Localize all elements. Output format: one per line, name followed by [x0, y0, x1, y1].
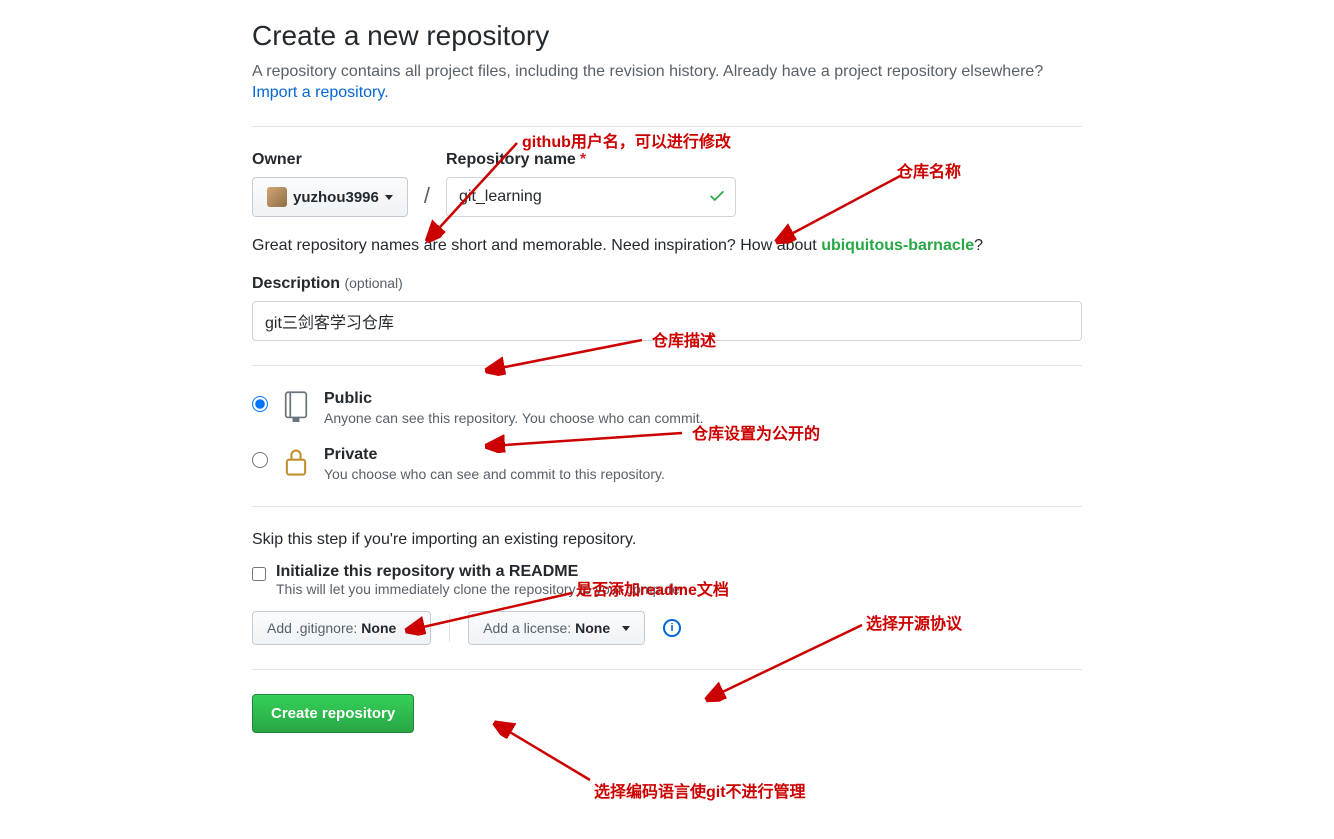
repo-name-label: Repository name* [446, 151, 736, 169]
license-select-button[interactable]: Add a license: None [468, 611, 645, 645]
divider [252, 365, 1082, 366]
owner-label: Owner [252, 151, 408, 169]
avatar [267, 187, 287, 207]
public-desc: Anyone can see this repository. You choo… [324, 410, 704, 426]
owner-name: yuzhou3996 [293, 189, 379, 206]
divider [252, 669, 1082, 670]
repo-suggestion-link[interactable]: ubiquitous-barnacle [821, 237, 974, 254]
chevron-down-icon [622, 626, 630, 631]
check-icon [708, 187, 726, 208]
info-icon[interactable]: i [663, 619, 681, 637]
visibility-private-radio[interactable] [252, 452, 268, 468]
annotation-owner: github用户名，可以进行修改 [522, 128, 731, 152]
readme-desc: This will let you immediately clone the … [276, 581, 688, 597]
page-title: Create a new repository [252, 20, 1082, 52]
required-indicator: * [580, 151, 586, 168]
repo-name-hint: Great repository names are short and mem… [252, 237, 1082, 255]
create-repository-button[interactable]: Create repository [252, 694, 414, 733]
chevron-down-icon [385, 195, 393, 200]
annotation-gitignore: 选择编码语言使git不进行管理 [594, 778, 806, 802]
description-input[interactable] [252, 301, 1082, 341]
import-link[interactable]: Import a repository. [252, 84, 389, 101]
private-title: Private [324, 446, 665, 464]
skip-note: Skip this step if you're importing an ex… [252, 531, 1082, 549]
divider [252, 126, 1082, 127]
private-desc: You choose who can see and commit to thi… [324, 466, 665, 482]
slash-separator: / [424, 183, 430, 209]
chevron-down-icon [408, 626, 416, 631]
readme-checkbox[interactable] [252, 567, 266, 581]
visibility-public-radio[interactable] [252, 396, 268, 412]
repo-icon [282, 390, 310, 422]
divider [252, 506, 1082, 507]
owner-select-button[interactable]: yuzhou3996 [252, 177, 408, 217]
repo-name-input[interactable] [446, 177, 736, 217]
separator [449, 614, 450, 642]
lock-icon [282, 446, 310, 478]
gitignore-select-button[interactable]: Add .gitignore: None [252, 611, 431, 645]
public-title: Public [324, 390, 704, 408]
readme-title: Initialize this repository with a README [276, 563, 688, 581]
description-label: Description (optional) [252, 275, 1082, 293]
page-subhead: A repository contains all project files,… [252, 60, 1082, 84]
